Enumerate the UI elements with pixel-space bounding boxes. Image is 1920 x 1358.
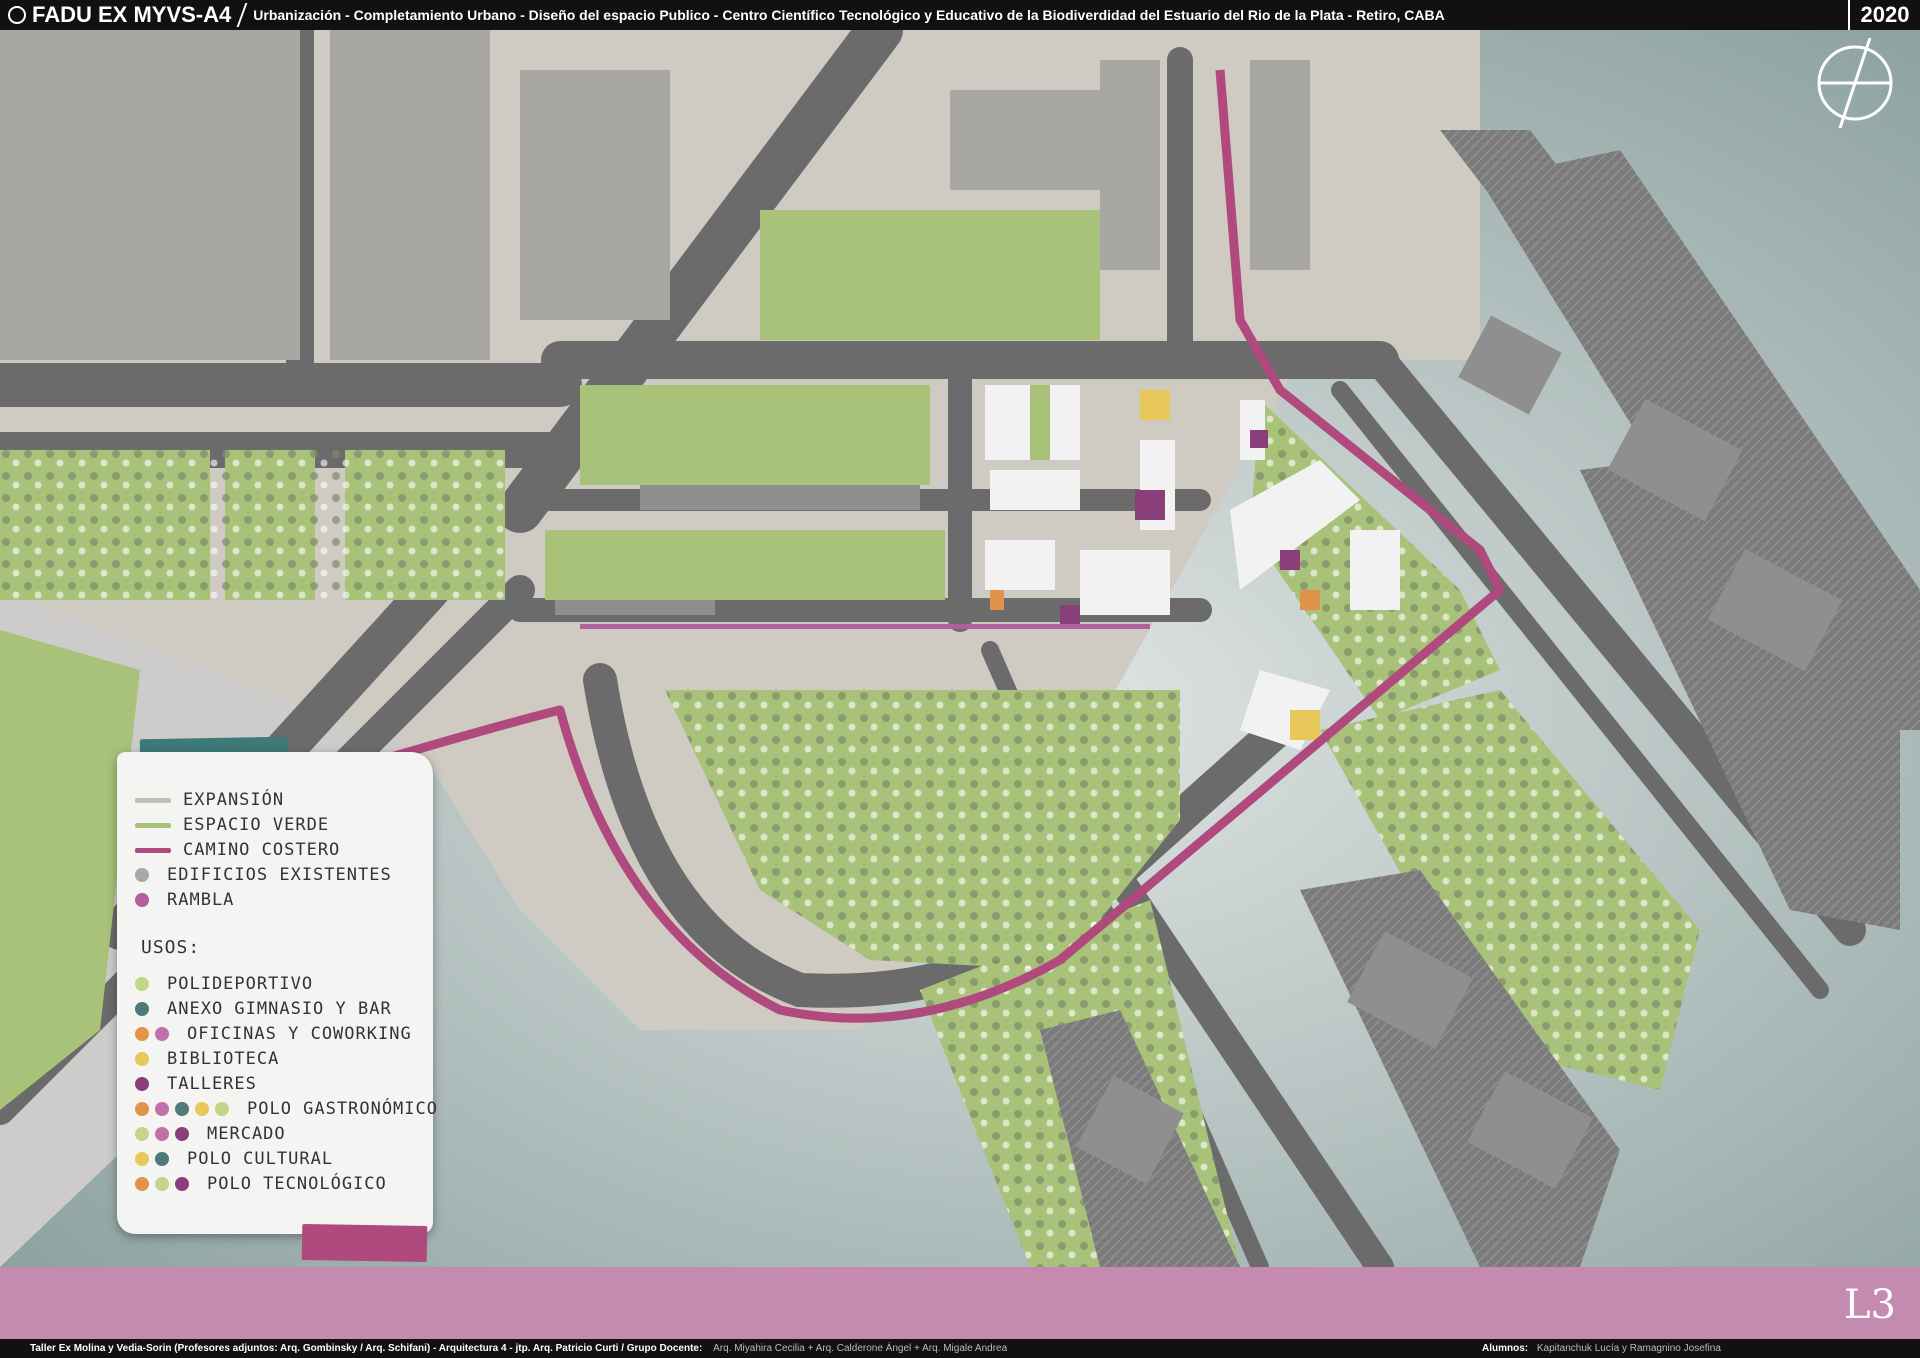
coastal-path-swatch	[135, 847, 171, 853]
usos-label: POLO GASTRONÓMICO	[247, 1099, 438, 1119]
use-color-dot	[175, 1177, 189, 1191]
credits-students-names: Kapitanchuk Lucía y Ramagnino Josefina	[1536, 1343, 1721, 1354]
brand: FADU EX MYVS-A4	[0, 2, 231, 28]
legend-tape-bottom	[301, 1223, 428, 1263]
usos-item: OFICINAS Y COWORKING	[135, 1024, 412, 1044]
credits-team: Arq. Miyahira Cecilia + Arq. Calderone Á…	[713, 1343, 1008, 1354]
existing-buildings-swatch	[135, 868, 149, 882]
title-bar: FADU EX MYVS-A4 Urbanización - Completam…	[0, 0, 1920, 30]
use-color-dot	[155, 1027, 169, 1041]
project-subtitle: Urbanización - Completamiento Urbano - D…	[253, 7, 1445, 23]
use-color-dot	[135, 977, 149, 991]
use-color-dot	[135, 1077, 149, 1091]
use-color-dot	[135, 1102, 149, 1116]
use-color-dot	[155, 1177, 169, 1191]
legend-label: EDIFICIOS EXISTENTES	[167, 865, 392, 885]
green-space-swatch	[135, 822, 171, 828]
rambla-swatch	[135, 893, 149, 907]
usos-item: MERCADO	[135, 1124, 286, 1144]
credits-footer: Taller Ex Molina y Vedia-Sorin (Profesor…	[0, 1339, 1920, 1358]
use-color-dot	[135, 1152, 149, 1166]
header-divider	[236, 3, 248, 27]
usos-label: MERCADO	[207, 1124, 286, 1144]
usos-item: BIBLIOTECA	[135, 1049, 279, 1069]
fadu-logo-icon	[8, 6, 26, 24]
year-label: 2020	[1848, 0, 1920, 30]
legend-label: ESPACIO VERDE	[183, 815, 330, 835]
use-color-dot	[155, 1102, 169, 1116]
brand-label: FADU EX MYVS-A4	[32, 2, 232, 27]
use-color-dot	[135, 1127, 149, 1141]
sheet-code: L3	[1843, 1282, 1896, 1328]
usos-item: POLO TECNOLÓGICO	[135, 1174, 387, 1194]
use-color-dot	[195, 1102, 209, 1116]
use-color-dot	[155, 1127, 169, 1141]
expansion-swatch	[135, 797, 171, 803]
usos-item: POLO CULTURAL	[135, 1149, 333, 1169]
usos-label: TALLERES	[167, 1074, 257, 1094]
legend-label: RAMBLA	[167, 890, 235, 910]
rambla	[580, 624, 1150, 629]
usos-item: TALLERES	[135, 1074, 257, 1094]
legend-item-coastal-path: CAMINO COSTERO	[135, 840, 340, 860]
usos-item: ANEXO GIMNASIO Y BAR	[135, 999, 392, 1019]
credits-students-label: Alumnos:	[1482, 1343, 1529, 1354]
usos-label: POLO CULTURAL	[187, 1149, 334, 1169]
usos-item: POLO GASTRONÓMICO	[135, 1099, 438, 1119]
usos-label: ANEXO GIMNASIO Y BAR	[167, 999, 392, 1019]
use-color-dot	[135, 1002, 149, 1016]
usos-label: POLO TECNOLÓGICO	[207, 1174, 387, 1194]
use-color-dot	[215, 1102, 229, 1116]
usos-item: POLIDEPORTIVO	[135, 974, 313, 994]
use-color-dot	[155, 1152, 169, 1166]
usos-label: POLIDEPORTIVO	[167, 974, 314, 994]
use-color-dot	[175, 1127, 189, 1141]
usos-label: BIBLIOTECA	[167, 1049, 280, 1069]
legend: EXPANSIÓN ESPACIO VERDE CAMINO COSTERO E…	[117, 752, 437, 1234]
legend-label: EXPANSIÓN	[183, 790, 285, 810]
credits-workshop: Taller Ex Molina y Vedia-Sorin (Profesor…	[0, 1343, 1007, 1354]
north-arrow-icon	[1817, 38, 1893, 128]
use-color-dot	[135, 1177, 149, 1191]
legend-item-existing-buildings: EDIFICIOS EXISTENTES	[135, 865, 392, 885]
legend-item-expansion: EXPANSIÓN	[135, 790, 284, 810]
use-color-dot	[135, 1052, 149, 1066]
legend-item-rambla: RAMBLA	[135, 890, 234, 910]
legend-label: CAMINO COSTERO	[183, 840, 341, 860]
usos-title: USOS:	[141, 937, 201, 958]
use-color-dot	[135, 1027, 149, 1041]
bottom-band	[0, 1267, 1920, 1339]
legend-item-green-space: ESPACIO VERDE	[135, 815, 329, 835]
usos-label: OFICINAS Y COWORKING	[187, 1024, 412, 1044]
use-color-dot	[175, 1102, 189, 1116]
credits-students: Alumnos: Kapitanchuk Lucía y Ramagnino J…	[1482, 1343, 1721, 1354]
credits-workshop-text: Taller Ex Molina y Vedia-Sorin (Profesor…	[30, 1343, 703, 1354]
